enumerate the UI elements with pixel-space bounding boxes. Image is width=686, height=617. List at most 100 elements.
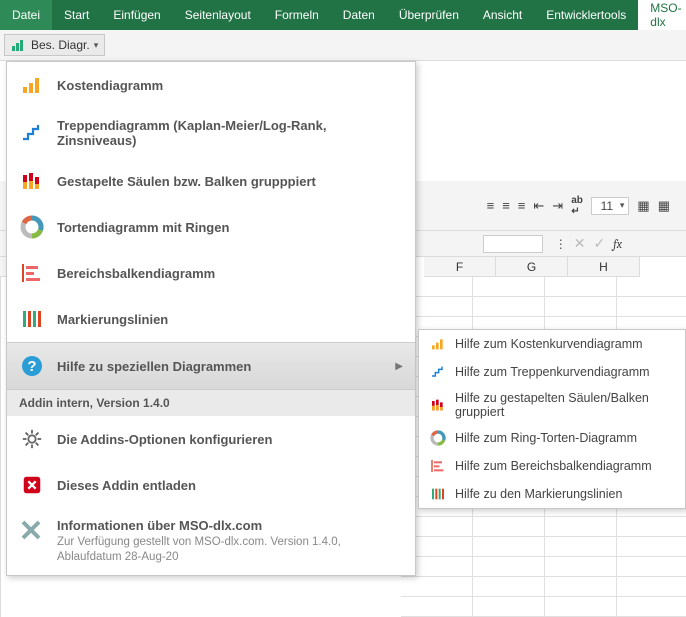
cell[interactable] [473,277,545,297]
cell[interactable] [473,597,545,617]
bars-asc-icon [429,335,447,353]
menu-item-label: Dieses Addin entladen [57,478,196,493]
align-icon[interactable]: ≡ [502,198,510,213]
check-icon[interactable]: ✓ [594,235,606,252]
cancel-icon[interactable]: ✕ [574,235,586,252]
submenu-item-label: Hilfe zum Kostenkurvendiagramm [455,337,643,351]
cell[interactable] [545,537,617,557]
border-icon[interactable]: ▦ [637,198,649,214]
cell[interactable] [401,597,473,617]
bes-diagr-menu: Kostendiagramm Treppendiagramm (Kaplan-Me… [6,61,416,576]
chart-icon [11,37,27,53]
submenu-item[interactable]: Hilfe zum Bereichsbalkendiagramm [419,452,685,480]
align-icon[interactable]: ≡ [487,198,495,213]
ribbon-tab-daten[interactable]: Daten [331,0,387,30]
marker-lines-icon [19,306,45,332]
menu-item-info[interactable]: Informationen über MSO-dlx.com Zur Verfüg… [7,508,415,575]
fx-icon[interactable]: fx [613,237,622,251]
menu-icon[interactable]: ⋮ [555,237,566,251]
info-title: Informationen über MSO-dlx.com [57,518,403,533]
chevron-right-icon: ▶ [395,361,403,372]
ribbon-tab-datei[interactable]: Datei [0,0,52,30]
ribbon-tab-seitenlayout[interactable]: Seitenlayout [173,0,263,30]
ribbon-strip: Bes. Diagr. ▾ [0,30,686,61]
menu-item[interactable]: Dieses Addin entladen [7,462,415,508]
cell[interactable] [545,577,617,597]
submenu-item-label: Hilfe zu gestapelten Säulen/Balken grupp… [455,391,675,419]
stacked-bars-icon [19,168,45,194]
cell[interactable] [617,577,686,597]
cell[interactable] [545,517,617,537]
cell[interactable] [473,577,545,597]
cell[interactable] [473,557,545,577]
cell[interactable] [473,537,545,557]
cell[interactable] [617,277,686,297]
chevron-down-icon: ▾ [94,40,99,51]
font-size-box[interactable]: 11▾ [591,197,630,215]
ribbon-tab-formeln[interactable]: Formeln [263,0,331,30]
help-submenu: Hilfe zum Kostenkurvendiagramm Hilfe zum … [418,329,686,509]
cell[interactable] [617,557,686,577]
bes-diagr-label: Bes. Diagr. [31,38,90,52]
menu-item-label: Treppendiagramm (Kaplan-Meier/Log-Rank, … [57,118,403,148]
donut-icon [429,429,447,447]
cell[interactable] [617,597,686,617]
submenu-item[interactable]: Hilfe zum Treppenkurvendiagramm [419,358,685,386]
bes-diagr-button[interactable]: Bes. Diagr. ▾ [4,34,105,56]
indent-icon[interactable]: ⇤ [533,198,544,214]
ribbon-tab-ansicht[interactable]: Ansicht [471,0,534,30]
border-icon[interactable]: ▦ [658,198,670,214]
menu-item[interactable]: Bereichsbalkendiagramm [7,250,415,296]
column-header[interactable]: G [496,257,568,277]
menu-item-label: Hilfe zu speziellen Diagrammen [57,359,251,374]
cell[interactable] [617,537,686,557]
cell[interactable] [545,557,617,577]
cell[interactable] [545,597,617,617]
cell[interactable] [473,297,545,317]
ribbon-tab-überprüfen[interactable]: Überprüfen [387,0,471,30]
range-bars-icon [19,260,45,286]
menu-item[interactable]: Markierungslinien [7,296,415,342]
name-box[interactable] [483,235,543,253]
submenu-item[interactable]: Hilfe zu den Markierungslinien [419,480,685,508]
menu-item-label: Tortendiagramm mit Ringen [57,220,229,235]
cell[interactable] [617,297,686,317]
wrap-icon[interactable]: ab↵ [571,195,583,217]
indent-icon[interactable]: ⇥ [552,198,563,214]
steps-icon [19,120,45,146]
menu-item[interactable]: Tortendiagramm mit Ringen [7,204,415,250]
stacked-bars-icon [429,396,447,414]
cell[interactable] [473,517,545,537]
menu-item[interactable]: Treppendiagramm (Kaplan-Meier/Log-Rank, … [7,108,415,158]
menu-item-label: Bereichsbalkendiagramm [57,266,215,281]
ribbon-tab-einfügen[interactable]: Einfügen [101,0,172,30]
info-sub: Zur Verfügung gestellt von MSO-dlx.com. … [57,535,403,565]
align-icon[interactable]: ≡ [518,198,526,213]
close-red-icon [19,472,45,498]
cell[interactable] [545,297,617,317]
cell[interactable] [617,517,686,537]
submenu-item[interactable]: Hilfe zu gestapelten Säulen/Balken grupp… [419,386,685,424]
submenu-item[interactable]: Hilfe zum Kostenkurvendiagramm [419,330,685,358]
menu-item[interactable]: Kostendiagramm [7,62,415,108]
menu-item-label: Gestapelte Säulen bzw. Balken grupppiert [57,174,316,189]
menu-item-help[interactable]: ? Hilfe zu speziellen Diagrammen ▶ [7,342,415,390]
donut-icon [19,214,45,240]
svg-text:?: ? [27,358,36,375]
column-header[interactable]: F [424,257,496,277]
marker-lines-icon [429,485,447,503]
column-header[interactable]: H [568,257,640,277]
menu-item[interactable]: Gestapelte Säulen bzw. Balken grupppiert [7,158,415,204]
menu-item-label: Die Addins-Optionen konfigurieren [57,432,272,447]
cell[interactable] [401,577,473,597]
section-label: Addin intern, Version 1.4.0 [7,390,415,416]
xlogo-icon [19,518,45,544]
cell[interactable] [545,277,617,297]
bars-asc-icon [19,72,45,98]
submenu-item[interactable]: Hilfe zum Ring-Torten-Diagramm [419,424,685,452]
ribbon-tab-entwicklertools[interactable]: Entwicklertools [534,0,638,30]
ribbon-tab-start[interactable]: Start [52,0,101,30]
menu-item[interactable]: Die Addins-Optionen konfigurieren [7,416,415,462]
ribbon-tabs: DateiStartEinfügenSeitenlayoutFormelnDat… [0,0,686,30]
ribbon-tab-mso-dlx[interactable]: MSO-dlx [638,0,686,30]
